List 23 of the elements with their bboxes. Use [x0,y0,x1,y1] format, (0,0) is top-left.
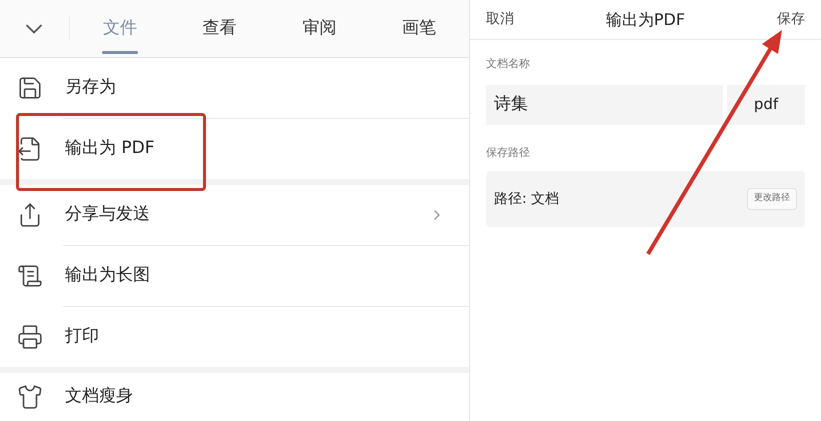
menu-item[interactable]: 另存为 [0,58,469,118]
menu-item[interactable]: 分享与发送 [0,185,469,245]
path-text: 路径: 文档 [494,190,560,208]
dialog-title: 输出为PDF [606,8,686,30]
menu-tab[interactable]: 审阅 [269,0,370,57]
printer-icon [17,324,43,350]
scroll-icon [17,263,43,289]
menu-item[interactable]: 文档瘦身 [0,373,469,421]
save-button[interactable]: 保存 [776,9,805,30]
menu-item[interactable]: 输出为长图 [0,246,469,306]
menu-item[interactable]: 打印 [0,307,469,367]
save-icon [17,75,43,101]
menu-tab[interactable]: 查看 [170,0,270,57]
cancel-button[interactable]: 取消 [486,9,514,30]
extension-field: pdf [727,84,805,124]
menu-item[interactable]: 输出为 PDF [0,119,469,179]
name-input-field[interactable]: 诗集 [486,84,723,124]
field-label: 文档名称 [486,56,531,72]
change-path-button[interactable]: 更改路径 [747,188,797,210]
field-label: 保存路径 [486,144,531,160]
tab-underline [102,51,138,54]
menu-tab[interactable]: 画笔 [369,0,469,57]
shirt-icon [17,384,43,410]
